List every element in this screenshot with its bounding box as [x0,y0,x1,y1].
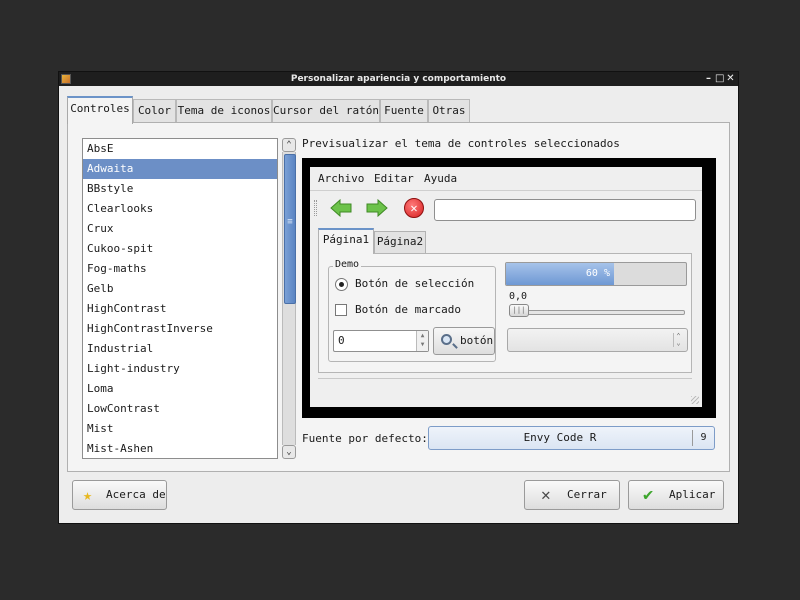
theme-list-item[interactable]: Mist [83,419,277,439]
theme-list-item[interactable]: Loma [83,379,277,399]
theme-list-item-selected[interactable]: Adwaita [83,159,277,179]
resize-grip-icon[interactable] [691,396,699,404]
window-title: Personalizar apariencia y comportamiento [290,74,507,84]
font-name: Envy Code R [523,431,597,444]
maximize-button[interactable]: □ [715,72,724,86]
theme-list-item[interactable]: HighContrastInverse [83,319,277,339]
app-icon [61,74,71,84]
slider-thumb[interactable]: ||| [509,304,529,317]
about-button[interactable]: ★ Acerca de [72,480,167,510]
combo-box[interactable]: ⌃ ⌄ [507,328,688,352]
scrollbar-thumb[interactable]: ≡ [284,154,296,304]
forward-arrow-icon[interactable] [366,199,388,217]
tab-controles[interactable]: Controles [67,96,133,124]
preview-label: Previsualizar el tema de controles selec… [302,137,620,150]
progress-text: 60 % [585,268,610,279]
preview-toolbar: ✕ [310,192,702,224]
scroll-up-arrow-icon[interactable]: ⌃ [282,138,296,152]
theme-list-item[interactable]: Industrial [83,339,277,359]
checkmark-icon: ✔ [643,485,654,505]
preview-notebook-panel: Demo Botón de selección Botón de marcado… [318,253,692,373]
theme-list-item[interactable]: HighContrast [83,299,277,319]
close-window-button[interactable]: ✕ [726,72,735,86]
demo-right-column: 60 % 0,0 ||| ⌃ ⌄ [319,262,693,364]
theme-preview: Archivo Editar Ayuda ✕ Página1 Página2 D… [302,158,716,418]
theme-list-item[interactable]: Fog-maths [83,259,277,279]
back-arrow-icon[interactable] [330,199,352,217]
close-icon: ✕ [541,485,551,504]
combo-arrows-icon: ⌃ ⌄ [673,333,683,347]
stop-icon[interactable]: ✕ [404,198,424,218]
close-button[interactable]: ✕ Cerrar [524,480,620,510]
star-icon: ★ [83,486,93,504]
progress-bar: 60 % [505,262,687,286]
tab-fuente[interactable]: Fuente [380,99,428,123]
theme-list-item[interactable]: BBstyle [83,179,277,199]
close-button-label: Cerrar [567,488,607,501]
slider-trough[interactable] [509,310,685,315]
preview-menu-archivo[interactable]: Archivo [318,172,364,185]
theme-list-item[interactable]: Crux [83,219,277,239]
settings-window: Personalizar apariencia y comportamiento… [58,71,739,524]
minimize-button[interactable]: – [704,72,713,86]
tab-otras[interactable]: Otras [428,99,470,123]
about-button-label: Acerca de [106,488,166,501]
theme-list-item[interactable]: AbsE [83,139,277,159]
theme-list-item[interactable]: Clearlooks [83,199,277,219]
controls-tab-panel: AbsE Adwaita BBstyle Clearlooks Crux Cuk… [67,122,730,472]
scroll-down-arrow-icon[interactable]: ⌄ [282,445,296,459]
theme-list-item[interactable]: Gelb [83,279,277,299]
apply-button-label: Aplicar [669,488,716,501]
scrollbar-trough[interactable]: ≡ [282,152,296,445]
window-titlebar[interactable]: Personalizar apariencia y comportamiento… [59,72,738,86]
preview-tab-pagina1[interactable]: Página1 [318,228,374,254]
preview-menu-ayuda[interactable]: Ayuda [424,172,457,185]
preview-window: Archivo Editar Ayuda ✕ Página1 Página2 D… [310,167,702,407]
theme-list-scrollbar[interactable]: ⌃ ≡ ⌄ [282,138,296,459]
preview-statusbar [318,378,692,388]
preview-tab-pagina2[interactable]: Página2 [374,231,426,253]
toolbar-grip-icon[interactable] [314,200,317,216]
theme-list[interactable]: AbsE Adwaita BBstyle Clearlooks Crux Cuk… [82,138,278,459]
tab-color[interactable]: Color [133,99,176,123]
tab-cursor-del-raton[interactable]: Cursor del ratón [272,99,380,123]
font-label: Fuente por defecto: [302,432,428,445]
preview-menubar: Archivo Editar Ayuda [310,167,702,191]
theme-list-item[interactable]: Mist-Ashen [83,439,277,458]
theme-list-item[interactable]: Light-industry [83,359,277,379]
preview-text-entry[interactable] [434,199,696,221]
apply-button[interactable]: ✔ Aplicar [628,480,724,510]
font-picker-button[interactable]: Envy Code R 9 [428,426,715,450]
preview-menu-editar[interactable]: Editar [374,172,414,185]
theme-list-item[interactable]: Cukoo-spit [83,239,277,259]
tab-tema-de-iconos[interactable]: Tema de iconos [176,99,272,123]
theme-list-item[interactable]: LowContrast [83,399,277,419]
scale-value: 0,0 [509,291,528,302]
font-size: 9 [692,430,714,446]
